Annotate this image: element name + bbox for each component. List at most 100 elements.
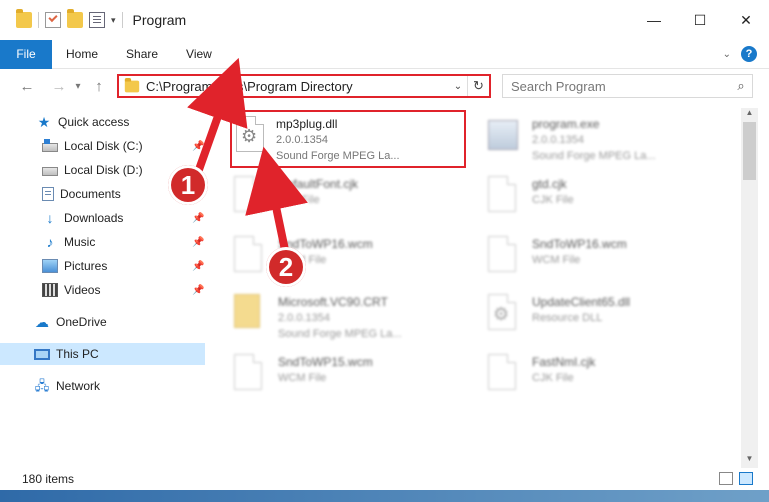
forward-button[interactable]: → [48, 78, 70, 95]
file-version: 2.0.0.1354 [276, 134, 328, 146]
sidebar-item-local-disk-c[interactable]: Local Disk (C:) 📌 [0, 135, 205, 157]
tab-home[interactable]: Home [52, 40, 112, 69]
maximize-button[interactable]: ☐ [677, 0, 723, 40]
customize-list-icon[interactable] [89, 12, 105, 28]
navigation-bar: ← → ▾ ↑ C:\Program Files\Program Directo… [0, 69, 769, 103]
sidebar-item-label: Documents [60, 187, 121, 201]
sidebar-item-quick-access[interactable]: ★ Quick access [0, 111, 205, 133]
expand-ribbon-chevron-icon[interactable]: ⌄ [723, 49, 731, 60]
pictures-icon [42, 259, 58, 273]
file-item-gtd-cjk[interactable]: gtd.cjk CJK File [476, 170, 716, 224]
sidebar-item-label: Local Disk (D:) [64, 163, 143, 177]
file-type: CJK File [532, 372, 574, 384]
file-name: SndToWP16.wcm [532, 237, 627, 251]
address-path[interactable]: C:\Program Files\Program Directory [146, 79, 449, 94]
ribbon-tabs: File Home Share View ⌄ ? [0, 39, 769, 69]
search-icon[interactable]: ⌕ [730, 78, 752, 94]
search-box[interactable]: ⌕ [502, 74, 753, 98]
file-type: WCM File [278, 372, 327, 384]
sidebar-item-pictures[interactable]: Pictures 📌 [0, 255, 205, 277]
star-icon: ★ [37, 114, 51, 130]
sidebar-item-downloads[interactable]: ↓ Downloads 📌 [0, 207, 205, 229]
scrollbar-thumb[interactable] [743, 122, 756, 180]
status-bar: 180 items [0, 468, 769, 490]
file-item-sndtowp15-wcm[interactable]: SndToWP15.wcm WCM File [222, 348, 462, 402]
file-item-sndtowp16-wcm[interactable]: SndToWP16.wcm WCM File [476, 230, 716, 284]
documents-icon [42, 187, 54, 201]
title-bar: ▾ Program — ☐ ✕ [0, 0, 769, 40]
pin-icon[interactable]: 📌 [192, 237, 204, 248]
properties-check-icon[interactable] [45, 12, 61, 28]
file-item-updateclient65-dll[interactable]: UpdateClient65.dll Resource DLL [476, 288, 716, 342]
search-input[interactable] [511, 76, 730, 96]
file-name: mp3plug.dll [276, 117, 338, 131]
file-name: program.exe [532, 117, 600, 131]
sidebar-item-videos[interactable]: Videos 📌 [0, 279, 205, 301]
file-item-fastnmi-cjk[interactable]: FastNmI.cjk CJK File [476, 348, 716, 402]
window-title: Program [132, 12, 187, 28]
sidebar-item-label: Pictures [64, 259, 108, 273]
disk-icon [42, 167, 58, 176]
tab-view[interactable]: View [172, 40, 226, 69]
sidebar-item-network[interactable]: 🖧 Network [0, 375, 205, 397]
file-type: CJK File [532, 194, 574, 206]
sidebar-item-label: Videos [64, 283, 101, 297]
close-button[interactable]: ✕ [723, 0, 769, 40]
sidebar-item-label: Downloads [64, 211, 124, 225]
sidebar-item-onedrive[interactable]: ☁ OneDrive [0, 311, 205, 333]
tab-file[interactable]: File [0, 39, 52, 69]
document-icon [234, 354, 262, 390]
new-folder-icon[interactable] [67, 9, 83, 28]
network-icon: 🖧 [34, 378, 50, 393]
file-item-sndtowp16-wcm[interactable]: SndToWP16.wcm WCM File [222, 230, 462, 284]
minimize-button[interactable]: — [631, 0, 677, 40]
large-icons-view-icon[interactable] [739, 472, 753, 485]
details-view-icon[interactable] [719, 472, 733, 485]
vertical-scrollbar[interactable]: ▲ ▼ [741, 108, 758, 468]
refresh-button[interactable]: ↻ [467, 76, 489, 96]
sidebar-item-label: Network [56, 379, 101, 393]
file-item-microsoft-vc90-crt[interactable]: Microsoft.VC90.CRT 2.0.0.1354 Sound Forg… [222, 288, 462, 342]
navigation-pane: ★ Quick access Local Disk (C:) 📌 Local D… [0, 108, 205, 468]
toolbar-divider [121, 12, 123, 28]
toolbar-divider [38, 12, 39, 28]
file-item-mp3plug-dll[interactable]: mp3plug.dll 2.0.0.1354 Sound Forge MPEG … [230, 110, 466, 168]
pin-icon[interactable]: 📌 [192, 285, 204, 296]
chevron-down-icon[interactable]: ⌄ [449, 81, 467, 92]
pin-icon[interactable]: 📌 [192, 213, 204, 224]
file-item-program-exe[interactable]: program.exe 2.0.0.1354 Sound Forge MPEG … [476, 110, 716, 164]
back-button[interactable]: ← [16, 78, 38, 95]
chevron-down-icon[interactable]: ▾ [111, 15, 116, 26]
pin-icon[interactable]: 📌 [192, 141, 204, 152]
file-item-defaultfont-cjk[interactable]: DefaultFont.cjk CJK File [222, 170, 462, 224]
file-description: Sound Forge MPEG La... [532, 150, 656, 162]
scroll-down-arrow-icon[interactable]: ▼ [741, 454, 758, 468]
address-bar[interactable]: C:\Program Files\Program Directory ⌄ ↻ [117, 74, 491, 98]
gear-document-icon [488, 294, 516, 330]
tab-share[interactable]: Share [112, 40, 172, 69]
cloud-icon: ☁ [35, 314, 49, 330]
document-icon [234, 236, 262, 272]
folder-icon [234, 294, 260, 328]
music-icon: ♪ [46, 234, 54, 250]
sidebar-item-label: Quick access [58, 115, 130, 129]
document-icon [488, 354, 516, 390]
sidebar-item-this-pc[interactable]: This PC [0, 343, 205, 365]
sidebar-item-label: Music [64, 235, 96, 249]
annotation-step-2: 2 [266, 247, 306, 287]
file-name: DefaultFont.cjk [278, 177, 359, 191]
file-list: mp3plug.dll 2.0.0.1354 Sound Forge MPEG … [222, 108, 740, 468]
scroll-up-arrow-icon[interactable]: ▲ [741, 108, 758, 122]
recent-locations-button[interactable]: ▾ [70, 81, 86, 92]
help-icon[interactable]: ? [741, 46, 757, 62]
sidebar-item-music[interactable]: ♪ Music 📌 [0, 231, 205, 253]
up-button[interactable]: ↑ [88, 78, 110, 95]
pin-icon[interactable]: 📌 [192, 261, 204, 272]
executable-icon [488, 120, 518, 150]
item-count: 180 items [22, 472, 75, 486]
desktop-strip [0, 490, 769, 502]
annotation-step-1: 1 [168, 165, 208, 205]
folder-icon[interactable] [16, 9, 32, 28]
videos-icon [42, 283, 58, 297]
view-toggle [719, 472, 753, 485]
